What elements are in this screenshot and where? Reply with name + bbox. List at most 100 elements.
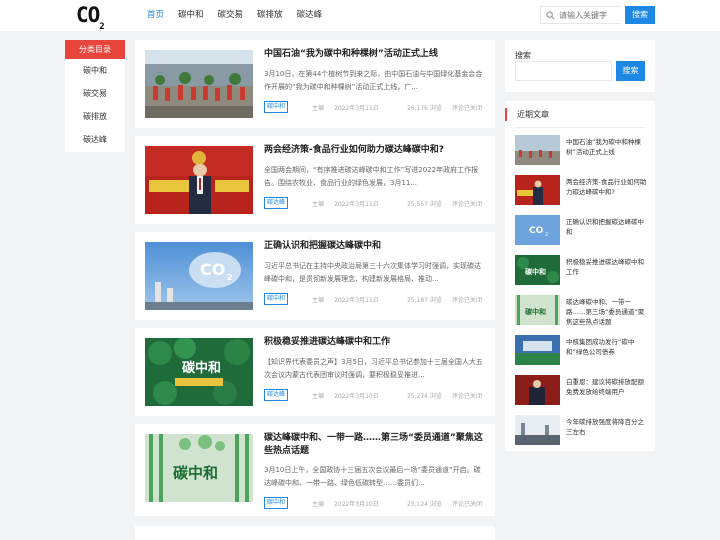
article-author: 主编 — [312, 393, 325, 400]
recent-post-item[interactable]: 碳中和 积极稳妥推进碳达峰碳中和工作 — [515, 255, 647, 285]
article-views: 25,557 浏览 — [407, 201, 442, 208]
article-meta: 碳中和 主编 2022年3月11日 26,176 浏览 评论已关闭 — [264, 101, 486, 113]
recent-post-title[interactable]: 正确认识和把握碳达峰碳中和 — [566, 217, 648, 247]
article-author: 主编 — [312, 297, 325, 304]
article-tag[interactable]: 碳中和 — [264, 497, 289, 509]
site-logo[interactable]: CO2 — [76, 3, 105, 33]
article-excerpt: 3月10日上午，全国政协十三届五次会议最后一场“委员通道”开启。碳达峰碳中和、一… — [264, 466, 481, 487]
recent-post-thumbnail[interactable] — [515, 375, 560, 405]
article-thumbnail[interactable]: CO 2 — [145, 242, 253, 310]
sidebar-search-input[interactable] — [515, 61, 612, 81]
article-tag[interactable]: 碳中和 — [264, 293, 289, 305]
article-comments: 评论已关闭 — [452, 393, 483, 400]
article-thumbnail[interactable]: 碳中和 — [145, 434, 253, 502]
recent-post-title[interactable]: 今年碳排放强度将降百分之三左右 — [566, 417, 648, 447]
article-comments: 评论已关闭 — [452, 501, 483, 508]
category-item-carbon-trading[interactable]: 碳交易 — [65, 82, 125, 105]
category-item-carbon-peak[interactable]: 碳达峰 — [65, 128, 125, 151]
top-header: CO2 首页 碳中和 碳交易 碳排放 碳达峰 搜索 — [0, 0, 720, 33]
recent-post-item[interactable]: 今年碳排放强度将降百分之三左右 — [515, 415, 647, 445]
recent-post-title[interactable]: 中国石油“我为碳中和种棵树”活动正式上线 — [566, 137, 648, 167]
article-title[interactable]: 碳达峰碳中和、一带一路……第三场“委员通道”聚焦这些热点话题 — [264, 432, 486, 458]
recent-post-title[interactable]: 白重恩：建议将碳排放配额免费发放给终端用户 — [566, 377, 648, 407]
article-title[interactable]: 积极稳妥推进碳达峰碳中和工作 — [264, 336, 486, 349]
article-comments: 评论已关闭 — [452, 297, 483, 304]
article-date: 2022年3月11日 — [334, 297, 379, 304]
article-meta: 碳中和 主编 2022年3月11日 25,187 浏览 评论已关闭 — [264, 293, 486, 305]
sidebar-search-label: 搜索 — [515, 51, 531, 60]
recent-post-thumbnail[interactable]: 碳中和 — [515, 255, 560, 285]
recent-post-item[interactable]: 白重恩：建议将碳排放配额免费发放给终端用户 — [515, 375, 647, 405]
article-meta: 碳达峰 主编 2022年3月11日 25,557 浏览 评论已关闭 — [264, 197, 486, 209]
svg-text:2: 2 — [227, 273, 233, 282]
nav-home[interactable]: 首页 — [140, 0, 171, 31]
recent-post-title[interactable]: 碳达峰碳中和、一带一路……第三场“委员通道”聚焦这些热点话题 — [566, 297, 648, 327]
article-date: 2022年3月11日 — [334, 105, 379, 112]
article-tag[interactable]: 碳达峰 — [264, 197, 289, 209]
category-sidebar: 分类目录 碳中和 碳交易 碳排放 碳达峰 — [65, 40, 125, 152]
recent-posts: 近期文章 中国石油“我为碳中和种棵树”活动正式上线 两会经济策-食品行业如何助力… — [505, 101, 655, 451]
article-tag[interactable]: 碳达峰 — [264, 389, 289, 401]
article-excerpt: 习近平总书记在主持中央政治局第三十六次集体学习时强调，实现碳达峰碳中和，是贯彻新… — [264, 262, 481, 283]
svg-text:碳中和: 碳中和 — [525, 307, 546, 316]
article-tag[interactable]: 碳中和 — [264, 101, 289, 113]
article-title[interactable]: 中国石油“我为碳中和种棵树”活动正式上线 — [264, 48, 486, 61]
recent-post-title[interactable]: 积极稳妥推进碳达峰碳中和工作 — [566, 257, 648, 287]
recent-post-thumbnail[interactable] — [515, 175, 560, 205]
category-title: 分类目录 — [65, 40, 125, 59]
article-date: 2022年3月10日 — [334, 501, 379, 508]
svg-text:CO: CO — [200, 260, 225, 279]
header-search — [540, 6, 620, 24]
article-card: 碳中和 碳达峰碳中和、一带一路……第三场“委员通道”聚焦这些热点话题 3月10日… — [135, 424, 495, 516]
recent-post-thumbnail[interactable]: CO 2 — [515, 215, 560, 245]
recent-post-thumbnail[interactable]: 碳中和 — [515, 295, 560, 325]
article-card: CO 2 正确认识和把握碳达峰碳中和 习近平总书记在主持中央政治局第三十六次集体… — [135, 232, 495, 320]
recent-post-item[interactable]: 碳中和 碳达峰碳中和、一带一路……第三场“委员通道”聚焦这些热点话题 — [515, 295, 648, 327]
recent-post-thumbnail[interactable] — [515, 415, 560, 445]
recent-post-item[interactable]: 中核集团成功发行“碳中和”绿色公司债券 — [515, 335, 647, 365]
recent-post-item[interactable]: 中国石油“我为碳中和种棵树”活动正式上线 — [515, 135, 647, 165]
header-search-input[interactable] — [559, 8, 619, 22]
recent-post-item[interactable]: CO 2 正确认识和把握碳达峰碳中和 — [515, 215, 647, 245]
recent-post-title[interactable]: 两会经济策-食品行业如何助力碳达峰碳中和? — [566, 177, 648, 207]
recent-post-thumbnail[interactable] — [515, 335, 560, 365]
article-thumbnail[interactable]: 碳中和 — [145, 338, 253, 406]
recent-post-item[interactable]: 两会经济策-食品行业如何助力碳达峰碳中和? — [515, 175, 647, 205]
category-item-carbon-emission[interactable]: 碳排放 — [65, 105, 125, 128]
article-date: 2022年3月10日 — [334, 393, 379, 400]
article-excerpt: 全国两会期间，“有序推进碳达峰碳中和工作”写进2022年政府工作报告。围绕农牧业… — [264, 166, 479, 187]
nav-carbon-neutral[interactable]: 碳中和 — [171, 0, 211, 31]
article-views: 25,124 浏览 — [407, 501, 442, 508]
article-views: 25,274 浏览 — [407, 393, 442, 400]
category-item-carbon-neutral[interactable]: 碳中和 — [65, 59, 125, 82]
nav-carbon-peak[interactable]: 碳达峰 — [290, 0, 330, 31]
article-comments: 评论已关闭 — [452, 105, 483, 112]
article-thumbnail[interactable] — [145, 146, 253, 214]
svg-text:2: 2 — [545, 232, 548, 238]
article-card — [135, 526, 495, 540]
article-views: 26,176 浏览 — [407, 105, 442, 112]
recent-post-thumbnail[interactable] — [515, 135, 560, 165]
svg-text:CO: CO — [529, 226, 544, 236]
article-author: 主编 — [312, 201, 325, 208]
sidebar-search-button[interactable]: 搜索 — [616, 61, 645, 81]
article-card: 中国石油“我为碳中和种棵树”活动正式上线 3月10日，在第44个植树节到来之际，… — [135, 40, 495, 128]
article-card: 碳中和 积极稳妥推进碳达峰碳中和工作 【知识界代表委员之声】3月5日，习近平总书… — [135, 328, 495, 416]
article-author: 主编 — [312, 501, 325, 508]
article-author: 主编 — [312, 105, 325, 112]
svg-text:碳中和: 碳中和 — [173, 464, 218, 482]
header-search-button[interactable]: 搜索 — [625, 6, 655, 24]
nav-carbon-emission[interactable]: 碳排放 — [250, 0, 290, 31]
divider — [515, 127, 645, 128]
logo-text: CO — [76, 3, 100, 27]
article-title[interactable]: 正确认识和把握碳达峰碳中和 — [264, 240, 486, 253]
main-nav: 首页 碳中和 碳交易 碳排放 碳达峰 — [140, 0, 329, 31]
article-thumbnail[interactable] — [145, 50, 253, 118]
article-views: 25,187 浏览 — [407, 297, 442, 304]
logo-subscript: 2 — [99, 22, 105, 33]
recent-post-title[interactable]: 中核集团成功发行“碳中和”绿色公司债券 — [566, 337, 648, 367]
nav-carbon-trading[interactable]: 碳交易 — [211, 0, 251, 31]
sidebar-search: 搜索 搜索 — [505, 40, 655, 92]
search-icon — [546, 11, 555, 22]
article-title[interactable]: 两会经济策-食品行业如何助力碳达峰碳中和? — [264, 144, 486, 157]
